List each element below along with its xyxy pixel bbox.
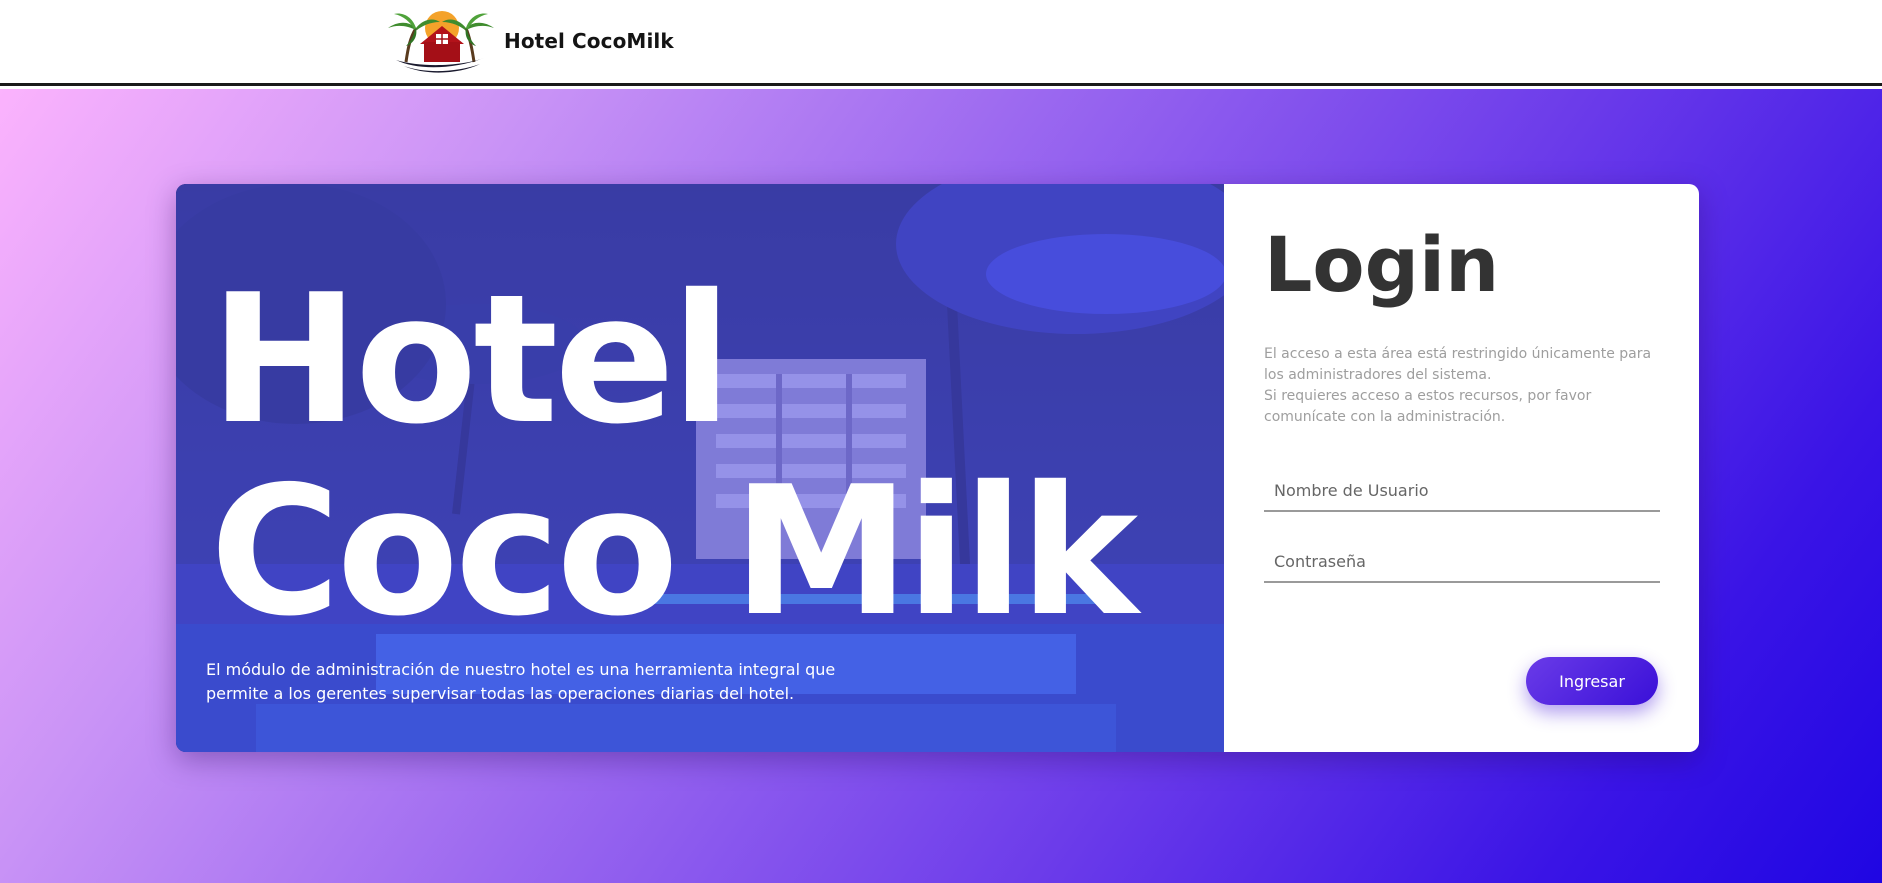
password-input[interactable] (1264, 541, 1660, 583)
hero-title: Hotel Coco Milk (210, 256, 1138, 655)
login-info-line2: Si requieres acceso a estos recursos, po… (1264, 388, 1592, 425)
username-input[interactable] (1264, 470, 1660, 512)
hero-title-line1: Hotel (210, 256, 732, 463)
login-info: El acceso a esta área está restringido ú… (1264, 344, 1664, 428)
hotel-logo-icon (388, 11, 494, 73)
brand-name: Hotel CocoMilk (504, 29, 674, 53)
brand[interactable]: Hotel CocoMilk (382, 8, 674, 74)
login-title: Login (1264, 220, 1500, 309)
hero-title-line2: Coco Milk (210, 448, 1138, 655)
hero-panel: Hotel Coco Milk El módulo de administrac… (176, 184, 1224, 752)
hero-description: El módulo de administración de nuestro h… (206, 660, 836, 703)
login-info-line1: El acceso a esta área está restringido ú… (1264, 346, 1652, 383)
login-submit-button[interactable]: Ingresar (1526, 657, 1658, 705)
top-navbar: Hotel CocoMilk (0, 0, 1882, 86)
login-card: Hotel Coco Milk El módulo de administrac… (176, 184, 1699, 752)
login-panel: Login El acceso a esta área está restrin… (1224, 184, 1699, 752)
